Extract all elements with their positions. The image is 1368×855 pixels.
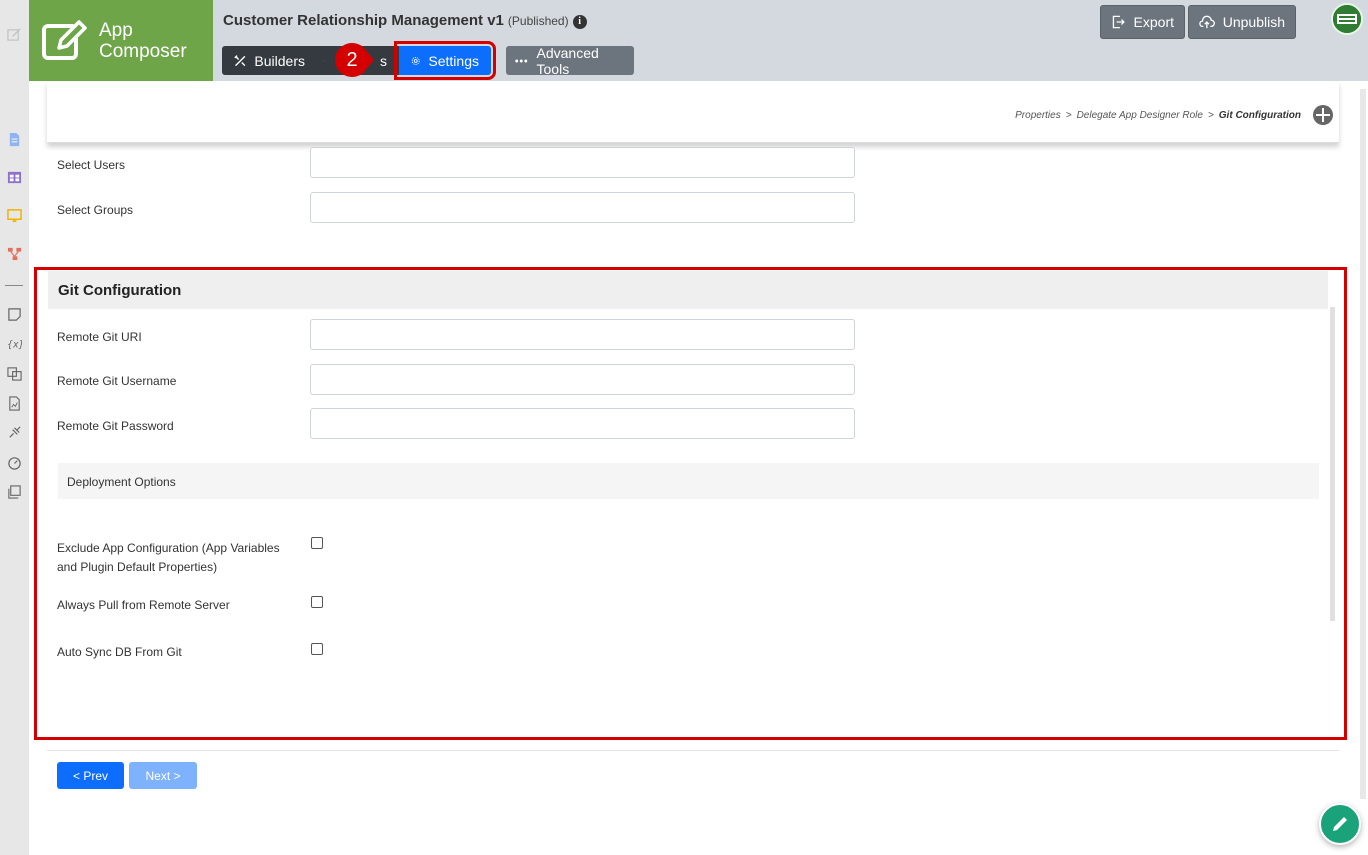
page-scrollbar[interactable] — [1360, 89, 1366, 799]
remote-git-uri-label: Remote Git URI — [57, 330, 142, 344]
left-toolbar: {x} — [0, 0, 29, 855]
list-builder-icon[interactable] — [5, 168, 23, 186]
logs-icon[interactable] — [5, 482, 23, 500]
remote-git-username-label: Remote Git Username — [57, 374, 177, 388]
pencil-icon — [1333, 817, 1347, 831]
variables-icon[interactable]: {x} — [5, 334, 23, 352]
app-header: App Composer Customer Relationship Manag… — [29, 0, 1368, 81]
gear-icon — [411, 56, 420, 65]
properties-topbar: Properties > Delegate App Designer Role … — [47, 81, 1339, 143]
auto-sync-checkbox[interactable] — [311, 643, 323, 655]
app-title: Customer Relationship Management v1 (Publ… — [223, 12, 587, 29]
export-button[interactable]: Export — [1100, 5, 1185, 39]
git-config-title: Git Configuration — [48, 271, 1328, 309]
app-status: (Published) — [507, 14, 569, 28]
breadcrumb-current: Git Configuration — [1218, 110, 1301, 121]
exclude-app-config-checkbox[interactable] — [311, 537, 323, 549]
rail-divider — [5, 285, 23, 286]
remote-git-password-label: Remote Git Password — [57, 419, 174, 433]
app-composer-label: App Composer — [99, 20, 187, 62]
info-icon[interactable]: i — [572, 15, 587, 29]
remote-git-username-input[interactable] — [310, 364, 855, 395]
tab-builders[interactable]: Builders — [222, 46, 317, 75]
deployment-options-header: Deployment Options — [58, 463, 1319, 499]
tab-settings[interactable]: Settings — [394, 41, 496, 80]
process-builder-icon[interactable] — [5, 244, 23, 262]
performance-icon[interactable] — [5, 453, 23, 471]
breadcrumb-item[interactable]: Properties — [1015, 110, 1061, 121]
breadcrumb-separator: > — [1207, 110, 1214, 121]
resources-icon[interactable] — [5, 364, 23, 382]
expand-icon[interactable] — [1313, 105, 1333, 125]
next-button[interactable]: Next > — [129, 762, 197, 789]
prev-button[interactable]: < Prev — [57, 762, 124, 789]
exclude-app-config-label: Exclude App Configuration (App Variables… — [57, 541, 280, 574]
tab-advanced-tools[interactable]: Advanced Tools — [506, 45, 634, 77]
user-avatar[interactable] — [1331, 3, 1363, 35]
remote-git-password-input[interactable] — [310, 408, 855, 439]
select-users-input[interactable] — [310, 147, 855, 178]
select-users-label: Select Users — [57, 158, 126, 172]
edit-fab-button[interactable] — [1319, 803, 1361, 845]
export-icon — [1112, 15, 1125, 29]
app-composer-brand[interactable]: App Composer — [29, 0, 213, 81]
remote-git-uri-input[interactable] — [310, 319, 855, 350]
step-marker-badge: 2 — [335, 41, 375, 79]
reports-icon[interactable] — [5, 394, 23, 412]
unpublish-button[interactable]: Unpublish — [1188, 5, 1296, 39]
select-groups-input[interactable] — [310, 192, 855, 223]
tools-icon — [234, 54, 246, 66]
cloud-upload-icon — [1199, 15, 1215, 29]
auto-sync-label: Auto Sync DB From Git — [57, 645, 182, 659]
list-icon — [323, 60, 324, 61]
app-composer-icon — [42, 20, 87, 60]
breadcrumb: Properties > Delegate App Designer Role … — [1015, 110, 1301, 121]
breadcrumb-item[interactable]: Delegate App Designer Role — [1077, 110, 1203, 121]
builder-tabbar: Builders s Settings Advanced Tools — [222, 41, 634, 80]
form-builder-icon[interactable] — [5, 130, 23, 148]
main-content: Properties > Delegate App Designer Role … — [29, 81, 1368, 855]
notes-icon[interactable] — [5, 305, 23, 323]
select-groups-label: Select Groups — [57, 203, 134, 217]
plugin-icon[interactable] — [5, 423, 23, 441]
section-scrollbar[interactable] — [1330, 307, 1335, 621]
always-pull-checkbox[interactable] — [311, 596, 323, 608]
userview-builder-icon[interactable] — [5, 206, 23, 224]
svg-text:{x}: {x} — [7, 339, 22, 350]
breadcrumb-separator: > — [1065, 110, 1072, 121]
more-dots-icon — [515, 59, 528, 62]
always-pull-label: Always Pull from Remote Server — [57, 598, 230, 612]
edit-icon[interactable] — [5, 25, 23, 43]
footer-divider — [47, 750, 1339, 751]
